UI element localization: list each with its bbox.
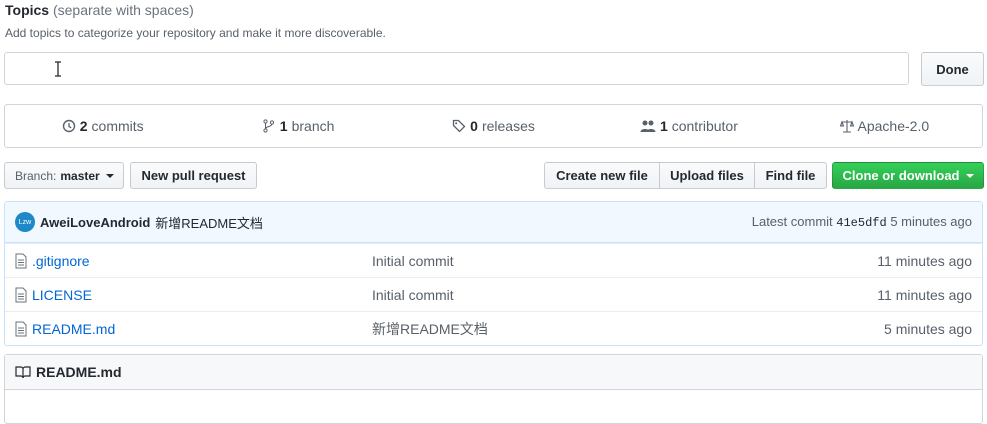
topics-title: Topics [5,2,50,18]
topics-description: Add topics to categorize your repository… [5,26,386,40]
contributor-count: 1 [659,118,668,134]
file-name[interactable]: .gitignore [32,253,90,269]
find-file-button[interactable]: Find file [754,162,827,189]
create-new-file-button[interactable]: Create new file [544,162,660,189]
topics-heading: Topics (separate with spaces) [5,2,194,18]
license-label: Apache-2.0 [857,118,930,134]
commit-message[interactable]: 新增README文档 [155,213,263,232]
latest-commit-info: Latest commit 41e5dfd 5 minutes ago [752,214,972,230]
file-icon [15,321,27,337]
branch-prefix: Branch: [15,168,57,183]
license-link[interactable]: Apache-2.0 [787,105,982,147]
file-name[interactable]: LICENSE [32,287,92,303]
clone-or-download-button[interactable]: Clone or download [832,162,984,189]
book-icon [15,366,31,379]
table-row: LICENSE Initial commit 11 minutes ago [5,277,982,311]
branch-select[interactable]: Branch: master [4,162,124,189]
releases-label: releases [481,118,535,134]
commit-author[interactable]: AweiLoveAndroid [40,215,150,230]
commits-count: 2 [79,118,88,134]
repo-summary: 2 commits 1 branch 0 releases 1 contributor … [4,104,983,148]
text-cursor-icon [55,61,61,77]
tag-icon [453,119,466,133]
clone-label: Clone or download [842,168,960,183]
table-row: README.md 新增README文档 5 minutes ago [5,311,982,345]
avatar[interactable]: Lzw [15,212,35,232]
branch-count: 1 [279,118,288,134]
readme-header: README.md [5,355,982,390]
commits-label: commits [91,118,144,134]
file-commit-message[interactable]: 新增README文档 [372,319,488,339]
new-pull-request-button[interactable]: New pull request [130,162,257,189]
file-commit-message[interactable]: Initial commit [372,287,454,303]
chevron-down-icon [965,173,974,178]
file-icon [15,287,27,303]
readme-title: README.md [36,364,122,380]
law-scale-icon [839,120,854,133]
latest-commit-bar: Lzw AweiLoveAndroid 新增README文档 Latest co… [5,202,982,243]
file-name[interactable]: README.md [32,321,115,337]
table-row: .gitignore Initial commit 11 minutes ago [5,243,982,277]
commit-sha[interactable]: 41e5dfd [836,216,886,230]
file-age: 11 minutes ago [877,286,972,303]
releases-count: 0 [470,118,478,134]
git-branch-icon [263,119,274,133]
branch-name: master [60,168,100,183]
contributor-label: contributor [671,118,738,134]
readme-panel: README.md [4,354,983,424]
commits-link[interactable]: 2 commits [5,105,200,147]
chevron-down-icon [105,173,114,178]
contributors-link[interactable]: 1 contributor [591,105,786,147]
latest-commit-prefix: Latest commit [751,214,833,229]
upload-files-button[interactable]: Upload files [659,162,755,189]
file-commit-message[interactable]: Initial commit [372,253,454,269]
releases-link[interactable]: 0 releases [396,105,591,147]
file-age: 5 minutes ago [884,320,972,337]
topics-input[interactable] [4,52,909,85]
branches-link[interactable]: 1 branch [200,105,395,147]
branch-label: branch [291,118,335,134]
file-actions-group: Create new file Upload files Find file [544,162,827,189]
file-icon [15,253,27,269]
latest-commit-age: 5 minutes ago [890,214,972,229]
file-age: 11 minutes ago [877,252,972,269]
done-button[interactable]: Done [921,52,984,86]
people-icon [640,120,656,132]
history-icon [62,119,75,133]
topics-hint: (separate with spaces) [52,2,194,18]
file-list: Lzw AweiLoveAndroid 新增README文档 Latest co… [4,201,983,346]
